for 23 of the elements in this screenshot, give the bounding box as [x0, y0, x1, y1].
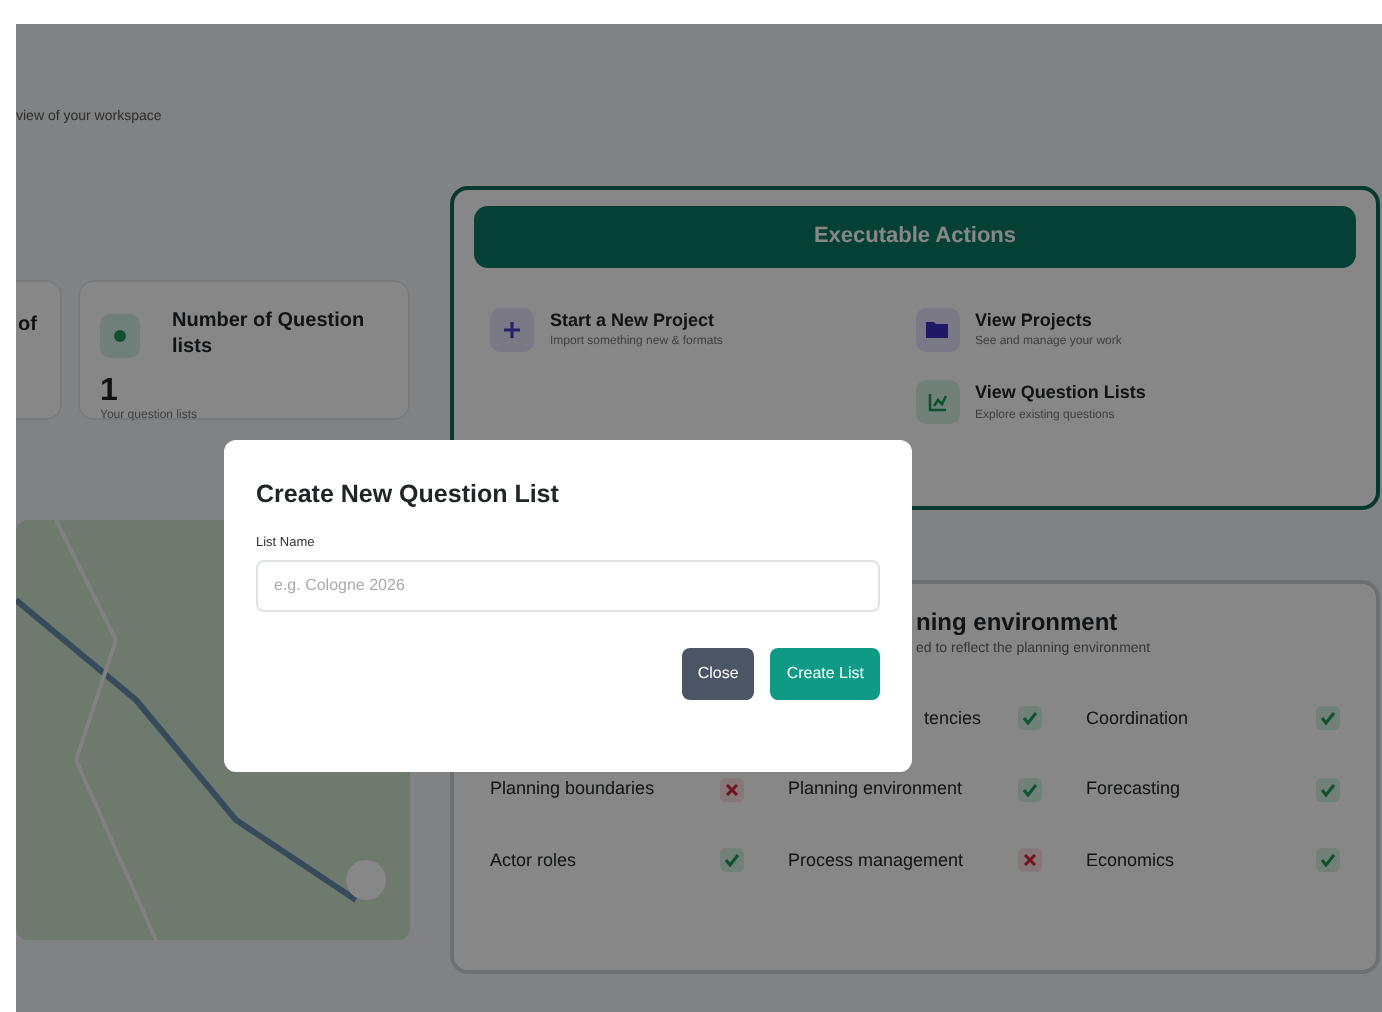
plus-icon	[490, 307, 534, 352]
card-title: ning environment	[914, 606, 1120, 640]
stat-value: 1	[100, 376, 120, 408]
actions-header: Executable Actions	[474, 206, 1356, 267]
chart-icon	[915, 380, 959, 425]
criterion-label: Economics	[1086, 847, 1175, 873]
action-title: Start a New Project	[550, 307, 717, 334]
list-name-field[interactable]: e.g. Cologne 2026	[256, 559, 880, 611]
criterion-label: tencies	[924, 705, 982, 731]
criterion-label: Planning boundaries	[490, 776, 655, 802]
criterion-label: Actor roles	[490, 847, 577, 873]
criterion-label: Process management	[788, 847, 964, 874]
modal-title: Create New Question List	[256, 478, 561, 512]
action-title: View Question Lists	[975, 380, 1146, 406]
close-button[interactable]: Close	[681, 647, 755, 699]
folder-icon	[915, 307, 959, 352]
criterion-label: Coordination	[1086, 705, 1189, 731]
criterion-label: Forecasting	[1086, 776, 1181, 802]
stat-title: of	[18, 312, 39, 340]
create-list-button[interactable]: Create List	[770, 647, 880, 699]
action-title: View Projects	[975, 307, 1094, 334]
stat-title: Number of Question lists	[172, 310, 367, 360]
criterion-label: Planning environment	[788, 776, 963, 802]
